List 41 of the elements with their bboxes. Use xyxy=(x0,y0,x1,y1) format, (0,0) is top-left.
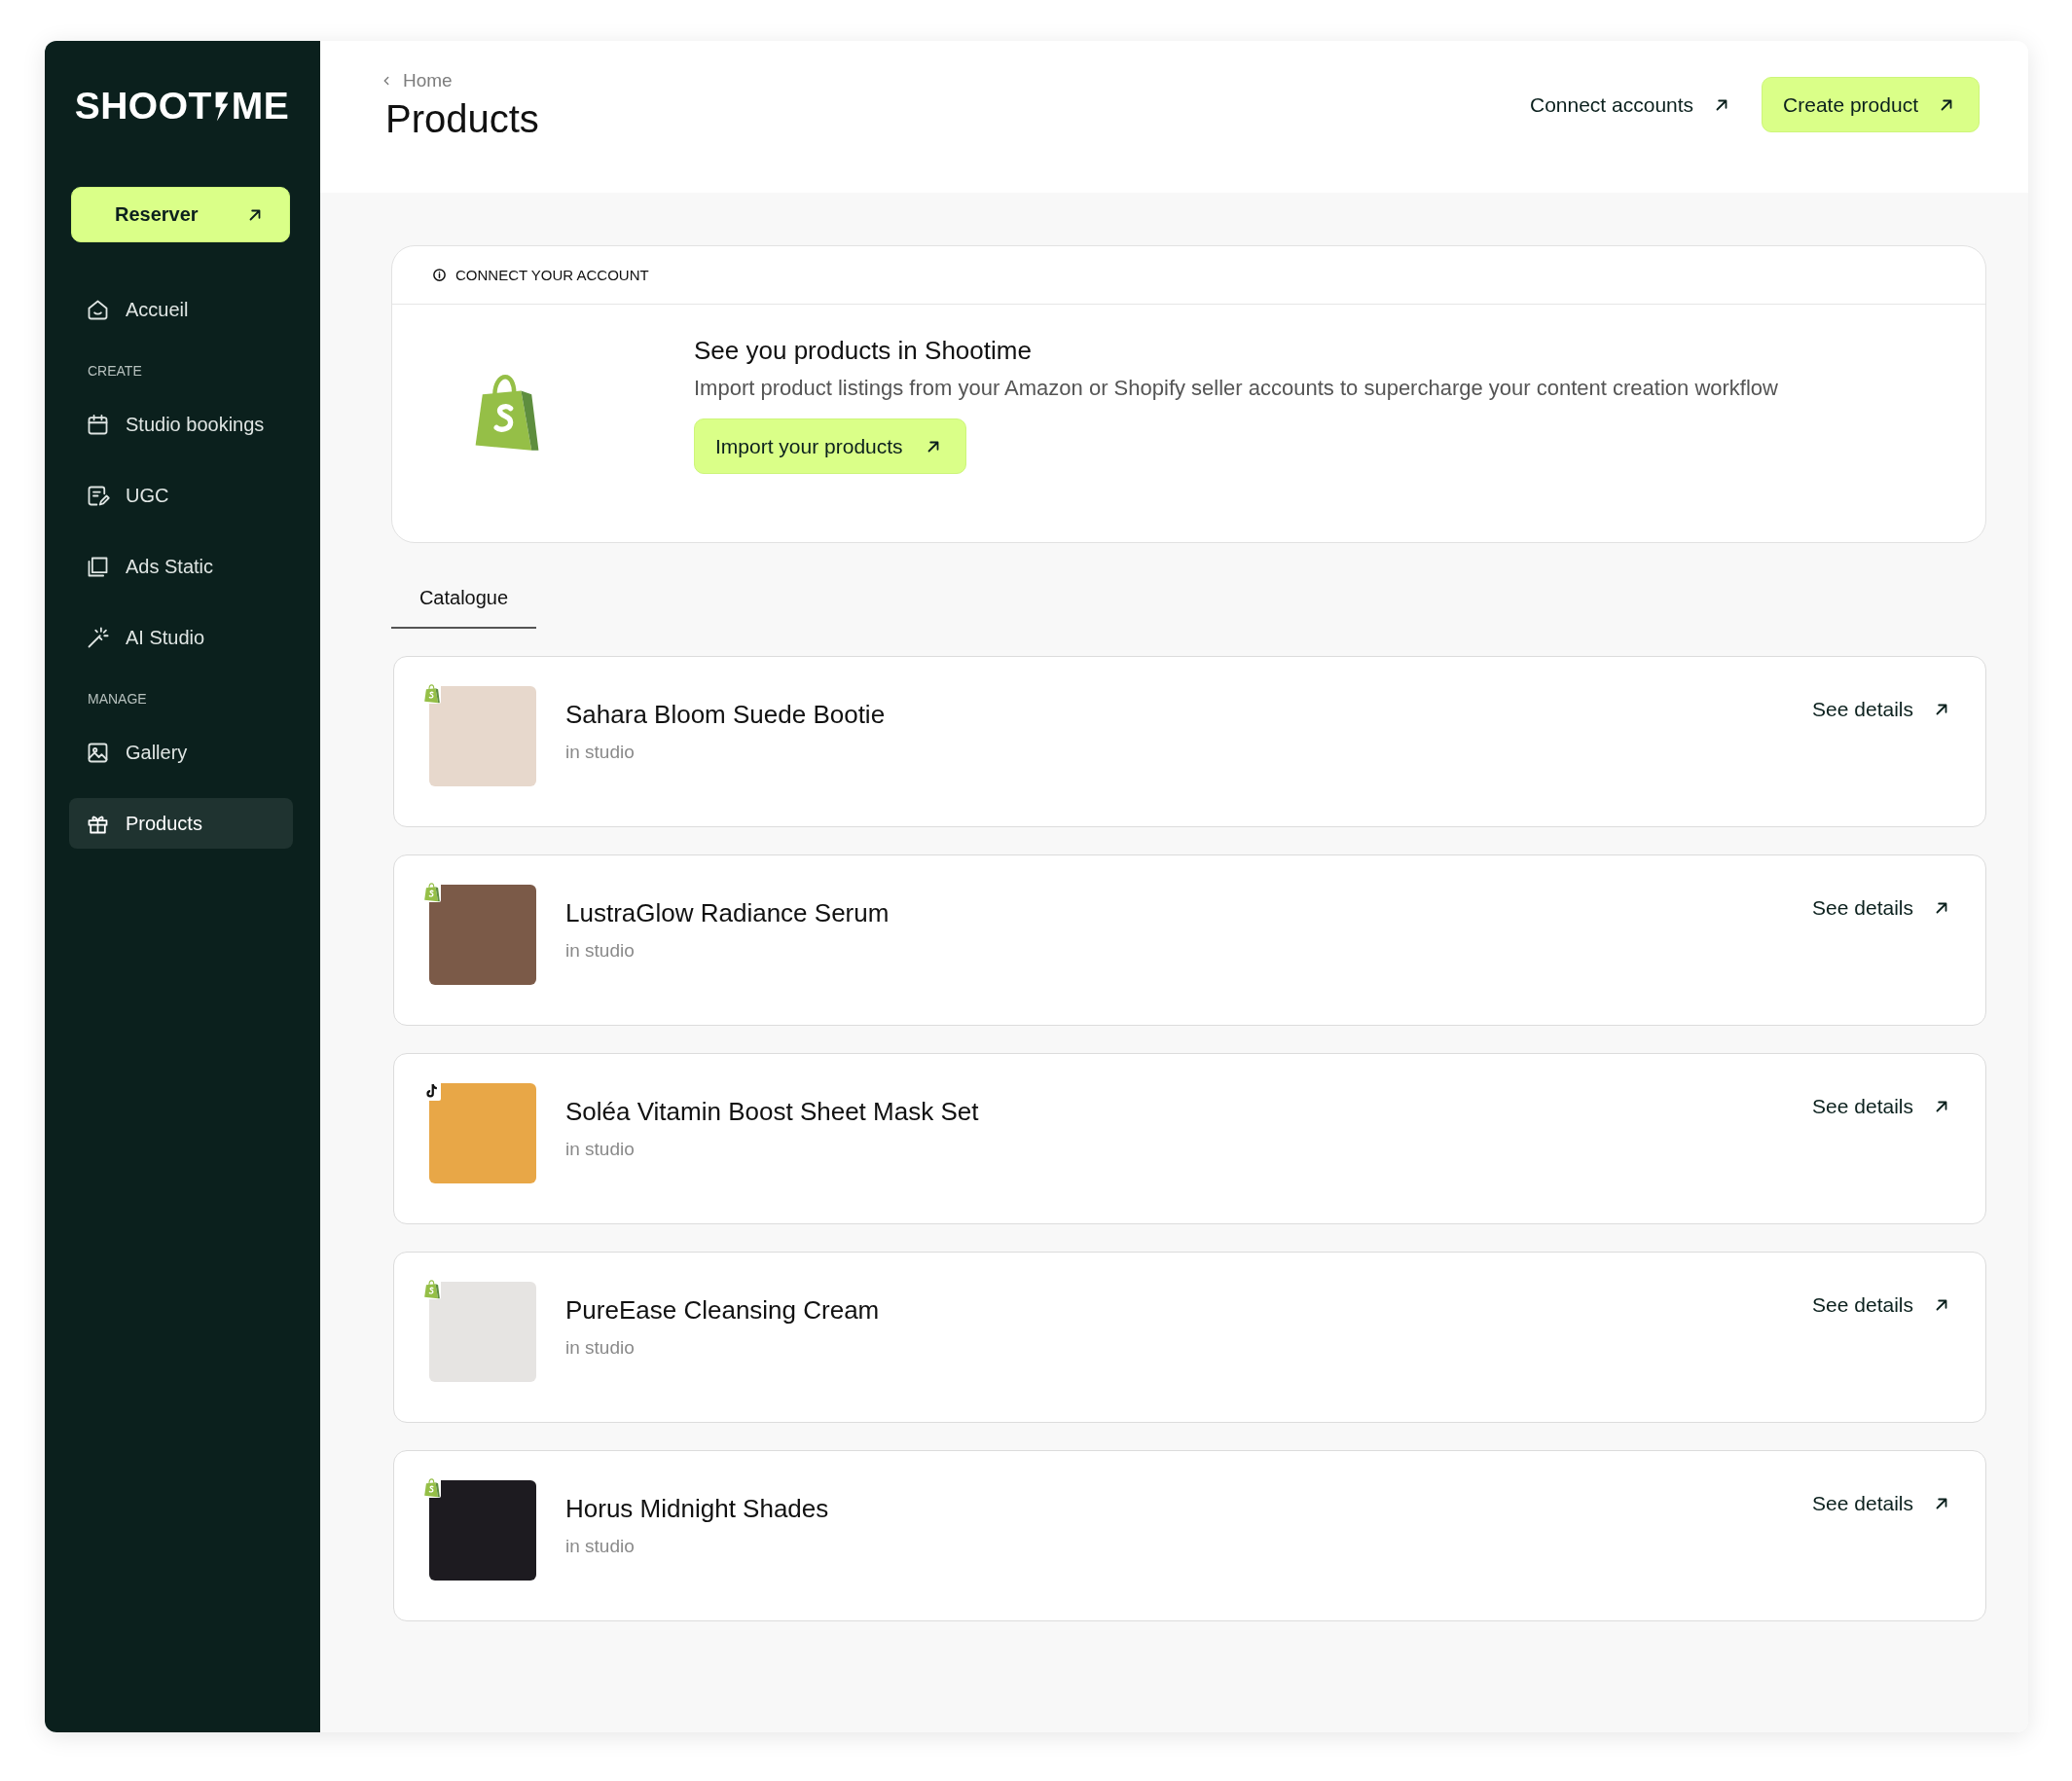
create-product-button[interactable]: Create product xyxy=(1762,77,1980,132)
nav-item[interactable]: UGC xyxy=(69,470,293,521)
product-name: PureEase Cleansing Cream xyxy=(565,1295,880,1326)
see-details-link[interactable]: See details xyxy=(1812,1293,1950,1317)
info-icon xyxy=(432,268,447,282)
nav-item[interactable]: Gallery xyxy=(69,727,293,778)
product-status: in studio xyxy=(565,742,636,763)
product-status: in studio xyxy=(565,1536,636,1557)
reserver-button[interactable]: Reserver xyxy=(71,187,290,242)
product-status: in studio xyxy=(565,1337,636,1359)
product-name: Sahara Bloom Suede Bootie xyxy=(565,700,886,730)
product-name: LustraGlow Radiance Serum xyxy=(565,898,890,928)
tab[interactable]: Catalogue xyxy=(391,580,536,629)
see-details-link[interactable]: See details xyxy=(1812,896,1950,920)
logo-text: SHOOT xyxy=(74,85,212,127)
card-title: See you products in Shootime xyxy=(694,336,1032,366)
nav-item[interactable]: AI Studio xyxy=(69,612,293,663)
nav-item[interactable]: Ads Static xyxy=(69,541,293,592)
shopping-bag-icon xyxy=(423,1280,441,1299)
product-status: in studio xyxy=(565,940,636,962)
product-status: in studio xyxy=(565,1139,636,1160)
card-heading: CONNECT YOUR ACCOUNT xyxy=(455,267,649,283)
nav-item[interactable]: Studio bookings xyxy=(69,399,293,450)
page-title: Products xyxy=(385,97,539,141)
shopping-bag-icon xyxy=(423,684,441,704)
shopping-bag-icon xyxy=(423,1478,441,1498)
card-description: Import product listings from your Amazon or Shopify seller accounts to supercharge your content creation workflow xyxy=(694,376,1778,401)
shopping-bag-icon xyxy=(423,883,441,902)
see-details-link[interactable]: See details xyxy=(1812,1492,1950,1515)
nav-item[interactable]: Accueil xyxy=(69,284,293,335)
see-details-link[interactable]: See details xyxy=(1812,1095,1950,1118)
section-heading: MANAGE xyxy=(88,691,148,707)
import-products-button[interactable]: Import your products xyxy=(694,418,966,474)
product-name: Horus Midnight Shades xyxy=(565,1494,829,1524)
section-heading: CREATE xyxy=(88,363,143,379)
connect-accounts-link[interactable]: Connect accounts xyxy=(1529,92,1731,117)
breadcrumb-link[interactable]: Home xyxy=(380,70,539,91)
logo-text: ME xyxy=(231,85,290,127)
nav-item[interactable]: Products xyxy=(69,798,293,849)
see-details-link[interactable]: See details xyxy=(1812,698,1950,721)
product-name: Soléa Vitamin Boost Sheet Mask Set xyxy=(565,1097,979,1127)
